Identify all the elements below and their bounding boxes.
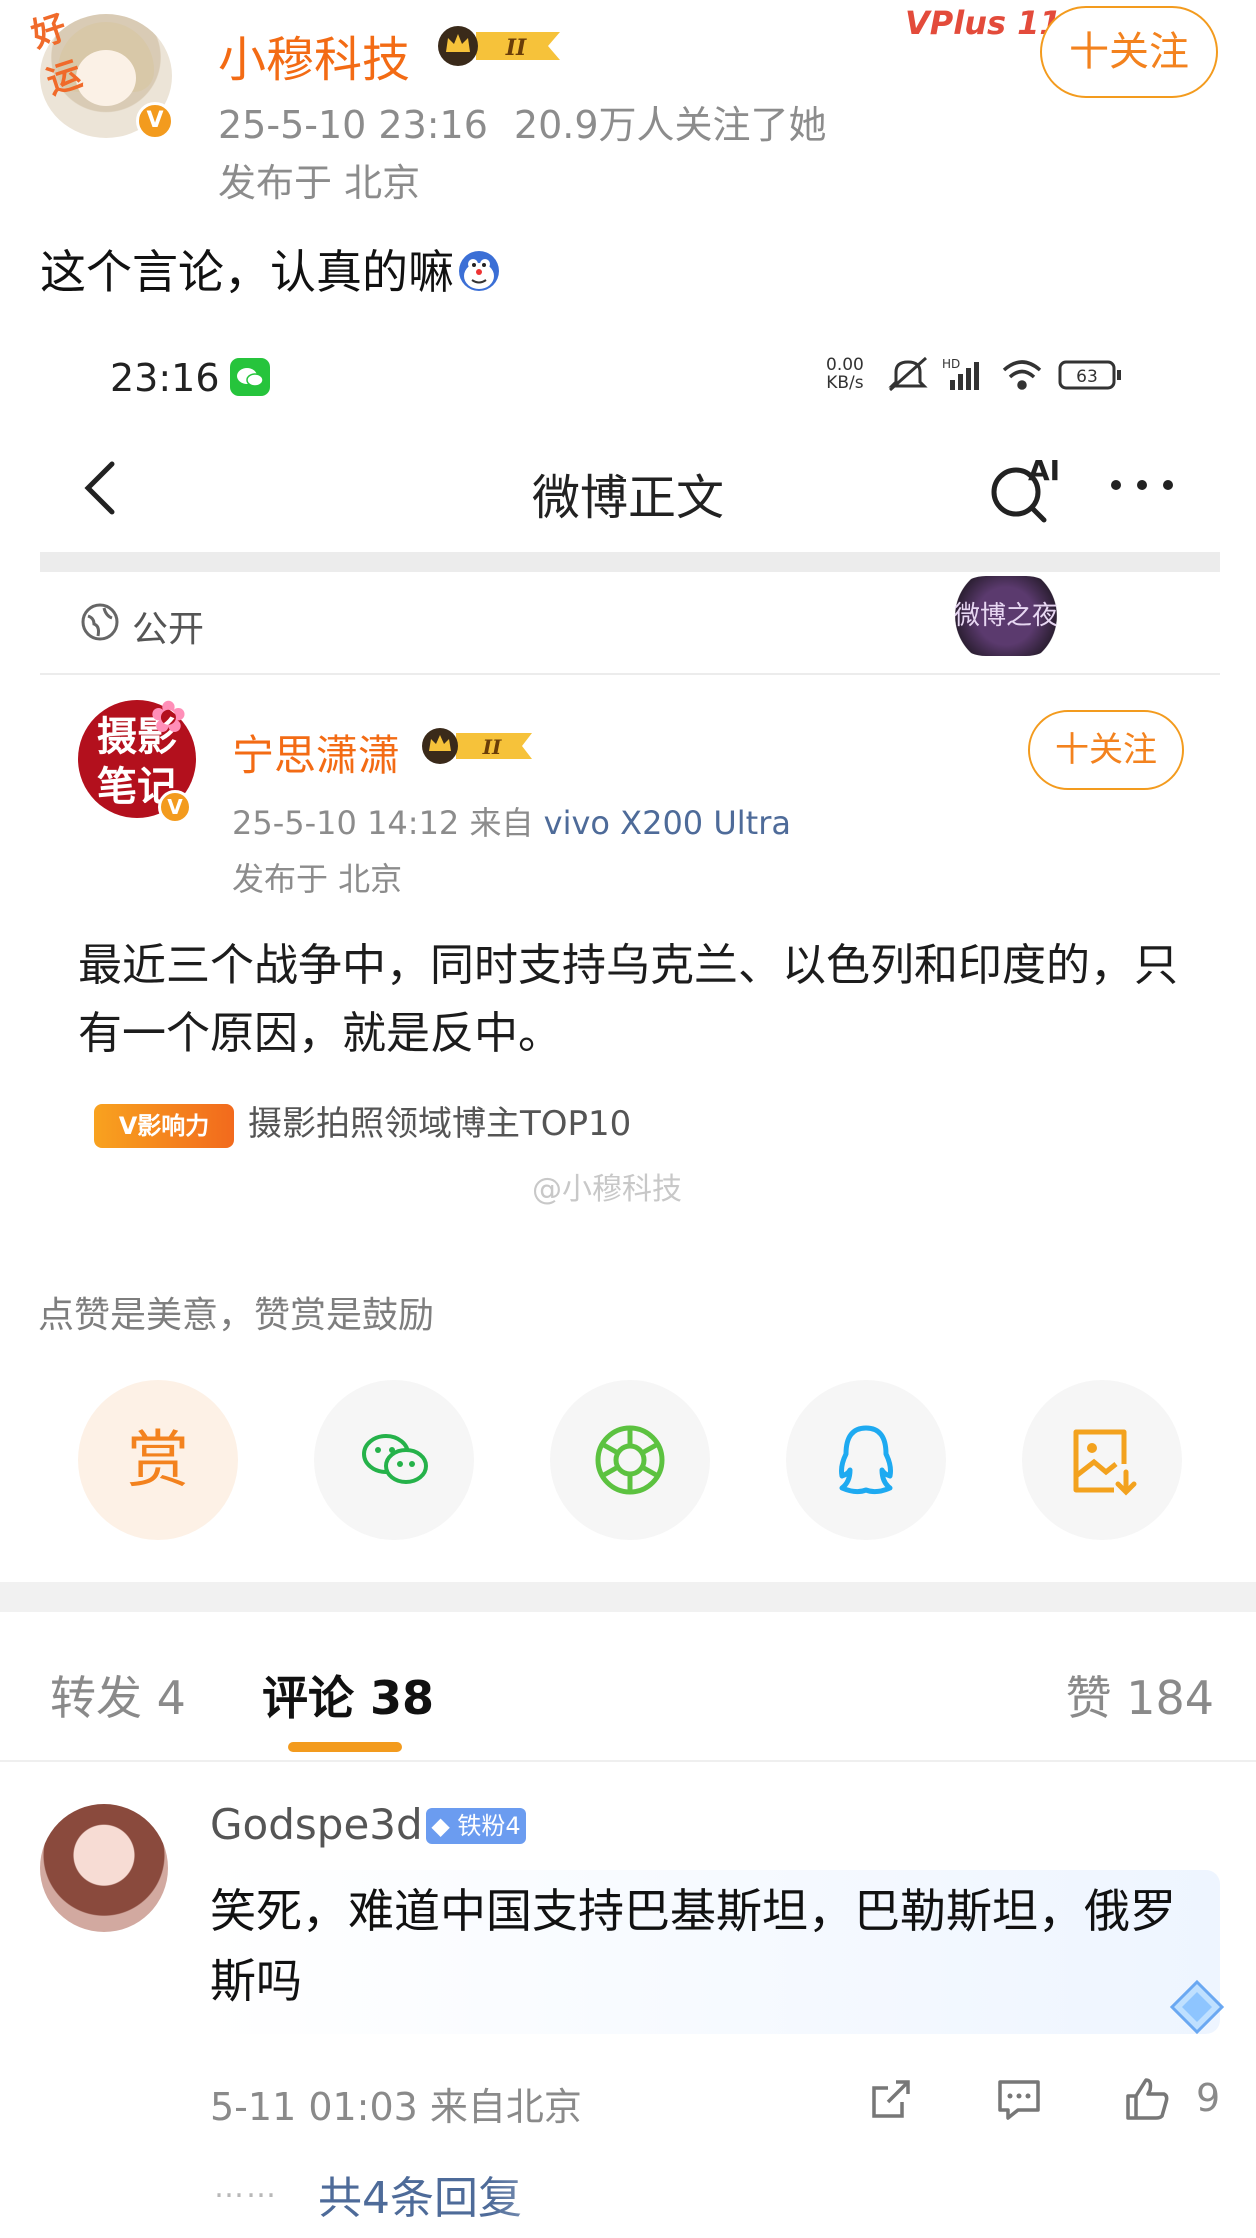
inner-post-time: 25-5-10 14:12 xyxy=(232,804,460,842)
inner-verified-icon: V xyxy=(158,790,192,824)
tab-repost[interactable]: 转发 4 xyxy=(50,1662,186,1728)
more-options-icon[interactable] xyxy=(1106,470,1178,500)
inner-level-badge-text: II xyxy=(482,735,502,759)
status-time: 23:16 xyxy=(110,356,220,400)
inner-author-name[interactable]: 宁思潇潇 xyxy=(232,722,400,783)
level-badge-text: II xyxy=(505,35,527,61)
separator xyxy=(40,552,1220,572)
fan-badge-label: 铁粉4 xyxy=(457,1812,521,1840)
net-speed-value: 0.00 xyxy=(826,355,864,375)
watermark: @小穆科技 xyxy=(532,1172,682,1207)
share-qq-button[interactable] xyxy=(786,1380,946,1540)
device-link[interactable]: vivo X200 Ultra xyxy=(544,804,791,842)
inner-post-body: 最近三个战争中，同时支持乌克兰、以色列和印度的，只有一个原因，就是反中。 xyxy=(78,940,1178,1059)
doge-emoji-icon xyxy=(459,251,499,291)
net-speed: 0.00 KB/s xyxy=(826,356,864,392)
comment-text: 笑死，难道中国支持巴基斯坦，巴勒斯坦，俄罗斯吗 xyxy=(210,1884,1176,2008)
net-speed-unit: KB/s xyxy=(826,373,864,393)
reward-tagline: 点赞是美意，赞赏是鼓励 xyxy=(38,1295,435,1336)
battery-icon: 63 xyxy=(1058,360,1121,390)
ai-search-icon[interactable]: AI xyxy=(986,452,1064,524)
save-image-icon xyxy=(1073,1429,1137,1496)
wechat-icon xyxy=(362,1434,428,1484)
bottom-fade xyxy=(490,2150,750,2238)
influence-badge: V影响力 xyxy=(94,1103,234,1148)
battery-level: 63 xyxy=(1076,367,1098,387)
qq-icon xyxy=(839,1425,893,1495)
flower-icon: ✿ xyxy=(150,692,187,743)
save-image-button[interactable] xyxy=(1022,1380,1182,1540)
visibility-label: 公开 xyxy=(132,609,205,650)
follower-count: 20.9万人关注了她 xyxy=(513,103,827,147)
inner-post-location: 发布于 北京 xyxy=(232,860,403,898)
commenter-name[interactable]: Godspe3d xyxy=(210,1800,423,1849)
share-moments-button[interactable] xyxy=(550,1380,710,1540)
nav-title: 微博正文 xyxy=(531,470,724,526)
wechat-notification-icon xyxy=(230,358,270,396)
influence-tag[interactable]: V影响力 摄影拍照领域博主TOP10 xyxy=(94,1096,631,1156)
commenter-avatar[interactable] xyxy=(40,1804,168,1932)
comment-meta: 5-11 01:03 来自北京 xyxy=(210,2085,582,2129)
source-prefix: 来自 xyxy=(469,804,534,842)
reply-dots: …… xyxy=(214,2170,278,2205)
hd-label: HD xyxy=(942,357,960,371)
page: { "header": { "sticker_text": "好运", "use… xyxy=(0,0,1256,2238)
section-divider xyxy=(0,1582,1256,1612)
author-name[interactable]: 小穆科技 xyxy=(218,20,410,90)
moments-icon xyxy=(595,1425,665,1495)
reward-button[interactable]: 赏 xyxy=(78,1380,238,1540)
post-text: 这个言论，认真的嘛 xyxy=(40,236,502,302)
forward-icon[interactable] xyxy=(866,2074,916,2124)
vip-crown-icon: II xyxy=(438,26,560,66)
verified-icon: V xyxy=(136,102,174,140)
inner-vip-crown-icon: II xyxy=(422,728,532,764)
divider xyxy=(40,673,1220,675)
globe-icon xyxy=(81,603,119,641)
like-icon[interactable] xyxy=(1122,2074,1172,2124)
comment-like-count: 9 xyxy=(1196,2076,1221,2120)
follow-button[interactable]: 十关注 xyxy=(1040,6,1218,98)
inner-follow-button[interactable]: 十关注 xyxy=(1028,710,1184,790)
influence-text: 摄影拍照领域博主TOP10 xyxy=(248,1104,632,1144)
post-text-content: 这个言论，认真的嘛 xyxy=(40,245,454,299)
reply-icon[interactable] xyxy=(994,2074,1044,2124)
wifi-icon xyxy=(1002,360,1042,390)
post-location: 发布于 北京 xyxy=(218,161,421,205)
tab-likes[interactable]: 赞 184 xyxy=(1066,1662,1214,1728)
post-meta: 25-5-10 23:16 20.9万人关注了她 xyxy=(218,94,827,149)
divider xyxy=(0,1760,1256,1762)
active-tab-indicator xyxy=(288,1742,402,1752)
inner-post-meta: 25-5-10 14:12 来自 vivo X200 Ultra xyxy=(232,798,791,844)
post-time: 25-5-10 23:16 xyxy=(218,103,488,147)
weibo-night-label: 微博之夜 xyxy=(953,601,1058,631)
mute-icon xyxy=(888,356,928,392)
fan-badge: ◆ 铁粉4 xyxy=(426,1808,526,1844)
tab-comments[interactable]: 评论 38 xyxy=(262,1662,434,1728)
ai-label: AI xyxy=(1028,454,1060,487)
weibo-night-logo[interactable]: 微博之夜 xyxy=(946,576,1066,656)
diamond-icon xyxy=(1169,1979,1225,2035)
system-status-icons: HD 63 xyxy=(888,356,1121,392)
share-wechat-button[interactable] xyxy=(314,1380,474,1540)
